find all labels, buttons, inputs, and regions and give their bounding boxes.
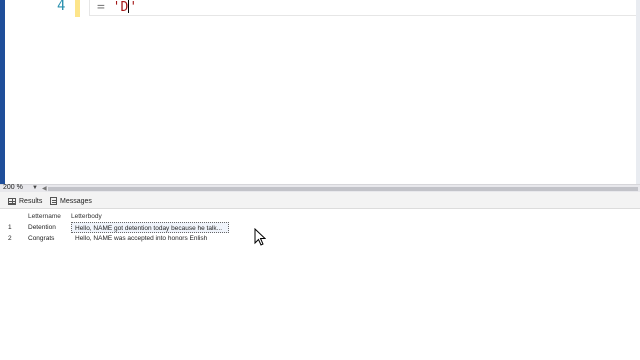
column-header-lettername[interactable]: Lettername	[28, 211, 68, 222]
table-cell-lettername[interactable]: Congrats	[28, 233, 68, 244]
tab-results-label: Results	[19, 197, 43, 205]
editor-status-strip: 200 % ▼ ◀	[0, 184, 640, 192]
grid-icon	[8, 197, 16, 205]
row-number: 1	[8, 224, 12, 231]
code-string-literal: 'D'	[113, 0, 137, 15]
code-line[interactable]: = 'D'	[97, 0, 137, 15]
current-line-highlight	[89, 0, 640, 16]
row-number: 2	[8, 235, 12, 242]
tab-results[interactable]: Results	[8, 195, 42, 207]
results-grid[interactable]: Lettername Letterbody 1 Detention Hello,…	[0, 209, 640, 360]
results-tab-bar: Results Messages	[0, 192, 640, 209]
code-string-end: '	[129, 0, 138, 15]
tab-messages[interactable]: Messages	[50, 195, 92, 207]
chevron-down-icon[interactable]: ▼	[32, 185, 38, 191]
code-string-start: 'D	[112, 0, 129, 15]
change-tracking-marker	[75, 0, 80, 17]
tab-messages-label: Messages	[60, 197, 92, 205]
table-cell-letterbody[interactable]: Hello, NAME was accepted into honors Enl…	[71, 233, 229, 244]
line-number: 4	[57, 0, 66, 14]
table-cell-letterbody-selected[interactable]: Hello, NAME got detention today because …	[71, 222, 229, 233]
column-header-letterbody[interactable]: Letterbody	[71, 211, 229, 222]
scroll-left-icon[interactable]: ◀	[42, 185, 47, 192]
table-cell-lettername[interactable]: Detention	[28, 222, 68, 233]
zoom-level[interactable]: 200 %	[3, 184, 23, 191]
message-icon	[50, 197, 57, 205]
horizontal-scrollbar-thumb[interactable]	[48, 187, 638, 191]
editor-vertical-scrollbar[interactable]	[636, 0, 640, 184]
mouse-pointer-icon	[254, 228, 266, 246]
code-operator: =	[97, 0, 113, 15]
query-editor[interactable]: 4 = 'D'	[5, 0, 640, 184]
